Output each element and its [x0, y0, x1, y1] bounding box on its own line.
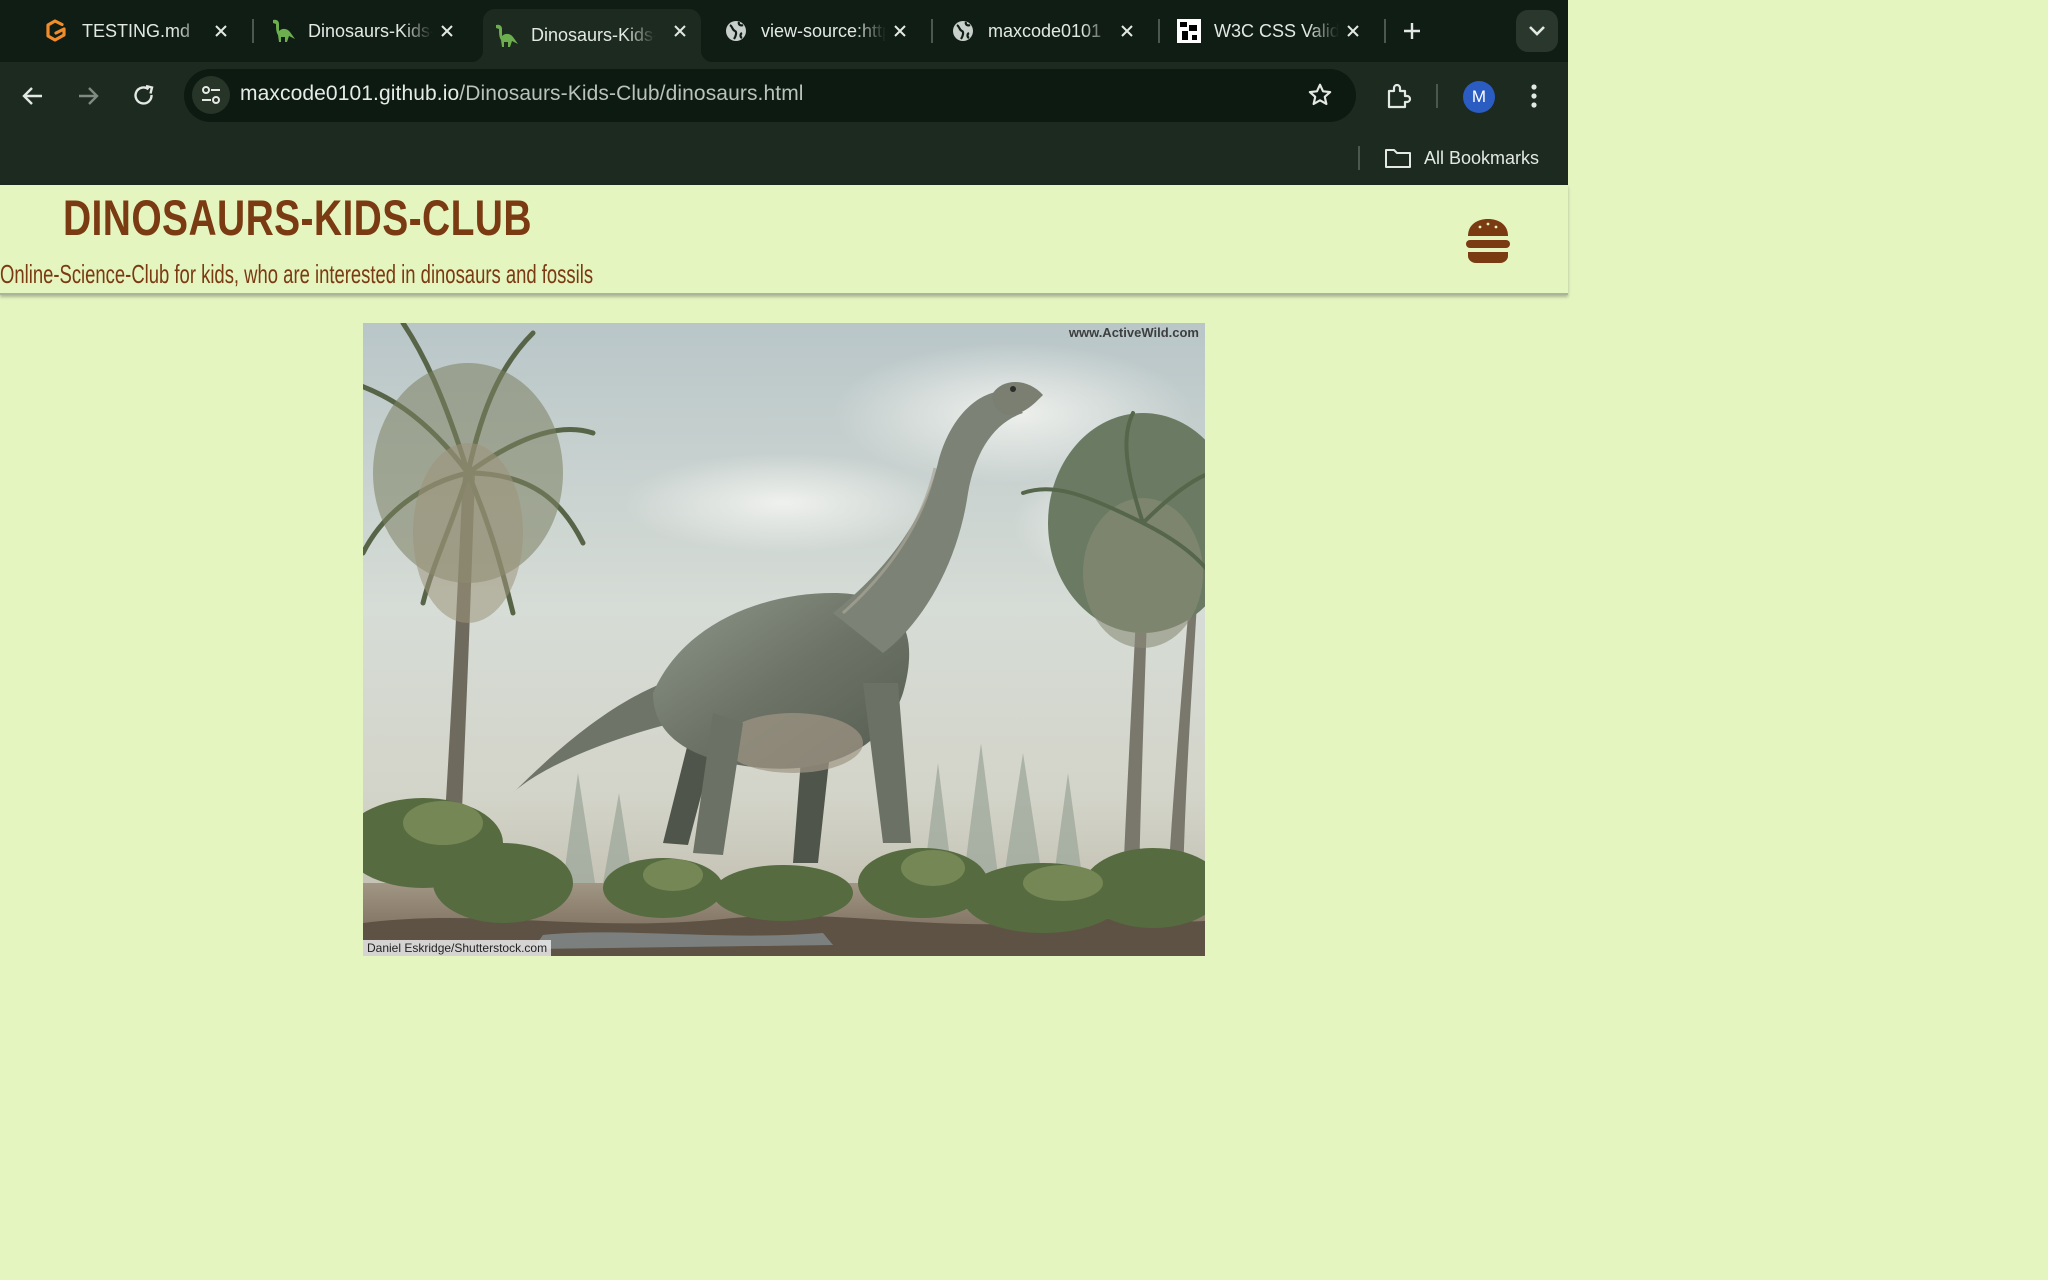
profile-avatar[interactable]: M [1463, 81, 1495, 113]
back-button[interactable] [15, 78, 51, 114]
bookmarks-divider [1358, 146, 1360, 170]
gitpod-icon [44, 18, 70, 44]
tab-view-source[interactable]: view-source:https [693, 9, 921, 53]
close-icon[interactable] [669, 20, 691, 42]
url-host: maxcode0101.github.io [240, 82, 460, 105]
site-info-button[interactable] [192, 76, 230, 114]
all-bookmarks-label: All Bookmarks [1424, 147, 1540, 168]
kebab-menu-icon [1531, 84, 1537, 108]
extensions-button[interactable] [1380, 78, 1416, 114]
close-icon[interactable] [889, 20, 911, 42]
site-logo[interactable]: DINOSAURS-KIDS-CLUB [63, 189, 532, 247]
tab-title: Dinosaurs-Kids-Club [531, 25, 656, 45]
tab-divider [1384, 19, 1386, 43]
reload-icon [134, 84, 154, 105]
all-bookmarks-button[interactable]: All Bookmarks [1384, 144, 1539, 172]
close-icon[interactable] [436, 20, 458, 42]
dinosaur-icon [493, 23, 519, 49]
dinosaur-icon [270, 18, 296, 44]
brachiosaurus-illustration [363, 323, 1205, 956]
image-credit: Daniel Eskridge/Shutterstock.com [363, 940, 552, 956]
arrow-left-icon [22, 87, 42, 105]
w3c-icon [1176, 18, 1202, 44]
toolbar-divider [1436, 84, 1438, 108]
tab-title: W3C CSS Validator [1214, 20, 1339, 41]
url-path: /Dinosaurs-Kids-Club/dinosaurs.html [459, 82, 804, 105]
hero-image-brachiosaurus: www.ActiveWild.com Daniel Eskridge/Shutt… [363, 323, 1205, 956]
browser-toolbar: maxcode0101.github.io/Dinosaurs-Kids-Clu… [0, 62, 1568, 130]
tab-dinosaurs-1[interactable]: Dinosaurs-Kids-Club [240, 9, 468, 53]
globe-icon [723, 18, 749, 44]
url-text[interactable]: maxcode0101.github.io/Dinosaurs-Kids-Clu… [240, 82, 804, 106]
tab-dinosaurs-active[interactable]: Dinosaurs-Kids-Club [471, 9, 713, 62]
hamburger-icon[interactable] [1464, 218, 1512, 264]
tab-strip: TESTING.md Dinosaurs-Kids-Club Dinosaurs… [0, 0, 1568, 62]
tab-title: TESTING.md [82, 20, 191, 41]
tune-icon [202, 86, 220, 104]
tab-title: Dinosaurs-Kids-Club [308, 20, 433, 41]
tab-maxcode[interactable]: maxcode0101 [920, 9, 1148, 53]
tab-testing-md[interactable]: TESTING.md [14, 9, 242, 53]
bookmark-star-button[interactable] [1306, 81, 1334, 109]
plus-icon [1404, 23, 1420, 39]
image-watermark: www.ActiveWild.com [1068, 325, 1199, 340]
reload-button[interactable] [126, 78, 162, 114]
star-icon [1308, 83, 1332, 106]
address-bar[interactable]: maxcode0101.github.io/Dinosaurs-Kids-Clu… [184, 69, 1356, 122]
chevron-down-icon [1529, 26, 1545, 36]
tab-title: maxcode0101 [988, 20, 1102, 41]
forward-button[interactable] [70, 78, 106, 114]
folder-icon [1385, 149, 1411, 168]
close-icon[interactable] [1116, 20, 1138, 42]
site-header: DINOSAURS-KIDS-CLUB Online-Science-Club … [0, 185, 1568, 295]
puzzle-icon [1387, 83, 1412, 109]
close-icon[interactable] [1342, 20, 1364, 42]
tab-search-button[interactable] [1516, 10, 1558, 52]
close-icon[interactable] [210, 20, 232, 42]
site-tagline: Online-Science-Club for kids, who are in… [0, 259, 594, 289]
bookmarks-bar: All Bookmarks [0, 130, 1568, 185]
new-tab-button[interactable] [1396, 15, 1428, 47]
globe-icon [950, 18, 976, 44]
tab-title: view-source:https [761, 20, 886, 41]
arrow-right-icon [79, 87, 99, 105]
tab-w3c-validator[interactable]: W3C CSS Validator [1146, 9, 1374, 53]
browser-menu-button[interactable] [1516, 78, 1552, 114]
